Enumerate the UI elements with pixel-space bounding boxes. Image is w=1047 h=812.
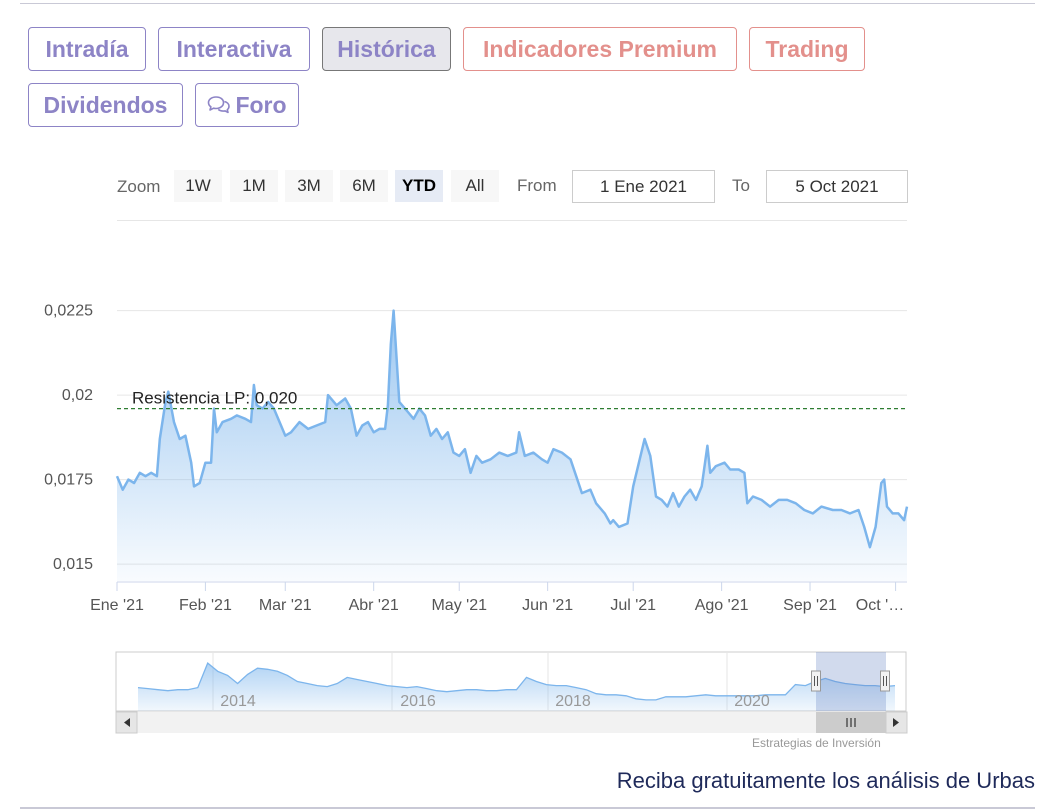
navigator-selection[interactable] [816,652,886,711]
navigator-year-label: 2018 [555,693,591,710]
x-tick-label: Ene '21 [90,597,144,614]
bottom-divider [20,807,1035,809]
navigator-handle[interactable] [880,670,890,692]
x-tick-label: May '21 [431,597,487,614]
navigator-year-label: 2014 [220,693,256,710]
x-tick-label: Mar '21 [259,597,312,614]
x-tick-label: Ago '21 [695,597,749,614]
y-tick-label: 0,015 [53,556,93,573]
x-tick-label: Oct '… [856,597,904,614]
x-tick-label: Feb '21 [179,597,232,614]
price-chart[interactable]: Resistencia LP: 0,020 0,015 0,0175 0,02 0,0… [0,0,1047,740]
newsletter-cta[interactable]: Reciba gratuitamente los análisis de Urb… [617,768,1035,794]
price-area [117,310,907,581]
y-tick-label: 0,0175 [44,472,93,489]
navigator-scrollbar-track [116,712,907,733]
y-tick-label: 0,0225 [44,303,93,320]
navigator-year-label: 2016 [400,693,436,710]
x-tick-label: Jun '21 [522,597,573,614]
x-tick-label: Sep '21 [783,597,837,614]
navigator-year-label: 2020 [734,693,770,710]
y-tick-label: 0,02 [62,387,93,404]
x-tick-label: Abr '21 [349,597,399,614]
resistance-label: Resistencia LP: 0,020 [132,389,297,408]
chart-credits[interactable]: Estrategias de Inversión [752,736,881,750]
x-tick-label: Jul '21 [610,597,656,614]
navigator-handle[interactable] [811,670,821,692]
